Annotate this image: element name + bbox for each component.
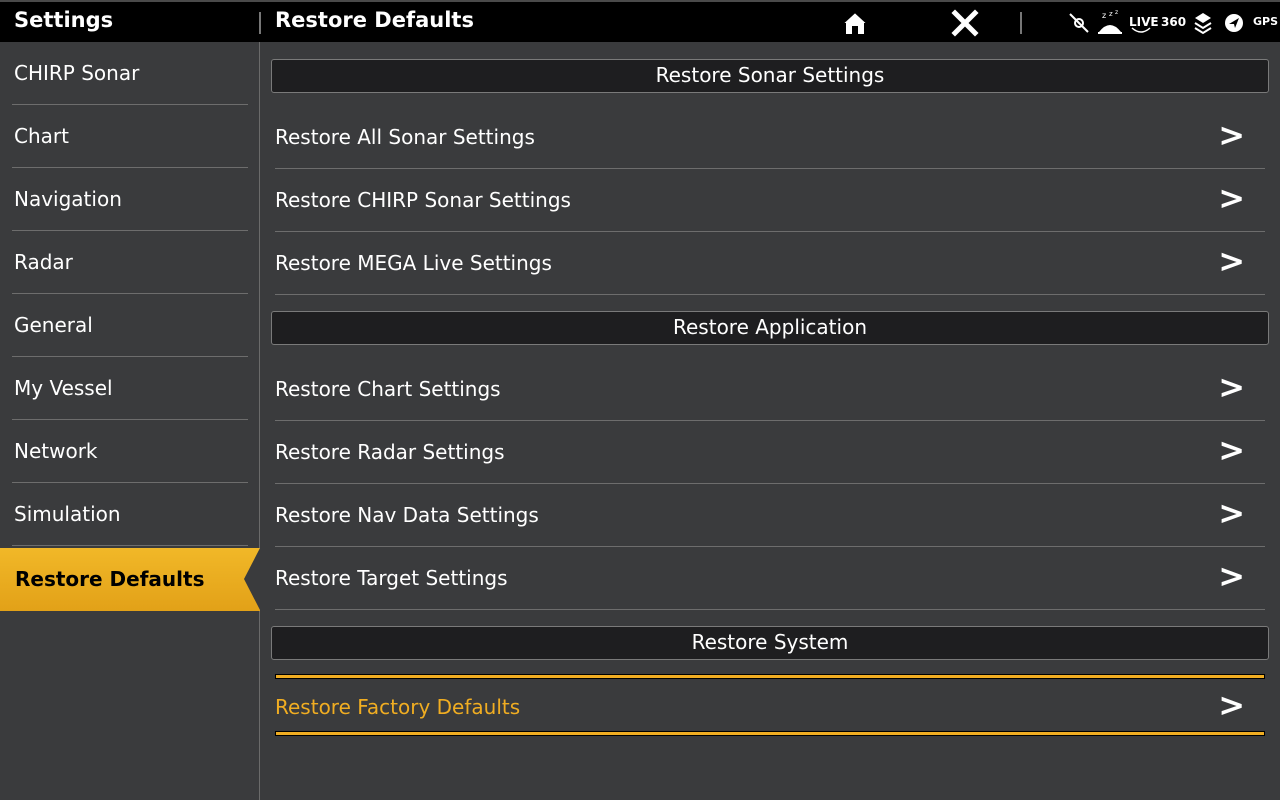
chevron-right-icon: > — [1218, 242, 1245, 280]
list-item-label: Restore Nav Data Settings — [275, 503, 539, 527]
chevron-right-icon: > — [1218, 494, 1245, 532]
sidebar-item-simulation[interactable]: Simulation — [12, 483, 248, 546]
restore-chart-settings-item[interactable]: Restore Chart Settings > — [275, 358, 1265, 421]
close-icon — [951, 9, 979, 37]
navigation-icon — [1225, 14, 1243, 32]
sidebar-item-label: CHIRP Sonar — [14, 61, 140, 85]
section-header-sonar: Restore Sonar Settings — [271, 59, 1269, 93]
sidebar-item-network[interactable]: Network — [12, 420, 248, 483]
svg-text:z: z — [1109, 10, 1113, 18]
page-title: Restore Defaults — [275, 8, 474, 32]
section-header-system: Restore System — [271, 626, 1269, 660]
list-item-label: Restore Target Settings — [275, 566, 508, 590]
sidebar-item-label: Restore Defaults — [15, 567, 205, 591]
app-title: Settings — [14, 8, 114, 32]
divider — [1020, 12, 1022, 34]
chevron-right-icon: > — [1218, 116, 1245, 154]
list-item-label: Restore MEGA Live Settings — [275, 251, 552, 275]
restore-radar-settings-item[interactable]: Restore Radar Settings > — [275, 421, 1265, 484]
close-button[interactable] — [950, 8, 980, 38]
sidebar-item-chirp-sonar[interactable]: CHIRP Sonar — [12, 42, 248, 105]
sidebar-item-label: Navigation — [14, 187, 122, 211]
sidebar-item-general[interactable]: General — [12, 294, 248, 357]
sidebar-item-label: General — [14, 313, 93, 337]
svg-text:z: z — [1102, 11, 1106, 20]
chevron-right-icon: > — [1218, 431, 1245, 469]
settings-sidebar: CHIRP Sonar Chart Navigation Radar Gener… — [0, 42, 260, 800]
top-bar: Settings Restore Defaults z z z LIVE 360 — [0, 0, 1280, 42]
sidebar-item-chart[interactable]: Chart — [12, 105, 248, 168]
live-signal-icon — [1131, 27, 1151, 33]
restore-chirp-sonar-settings-item[interactable]: Restore CHIRP Sonar Settings > — [275, 169, 1265, 232]
chevron-right-icon: > — [1218, 686, 1245, 724]
selection-highlight — [275, 731, 1265, 736]
list-item-label: Restore Chart Settings — [275, 377, 501, 401]
restore-target-settings-item[interactable]: Restore Target Settings > — [275, 547, 1265, 610]
list-item-label: Restore CHIRP Sonar Settings — [275, 188, 571, 212]
sidebar-item-label: Chart — [14, 124, 69, 148]
list-item-label: Restore Radar Settings — [275, 440, 505, 464]
section-header-application: Restore Application — [271, 311, 1269, 345]
sidebar-item-label: My Vessel — [14, 376, 113, 400]
chevron-right-icon: > — [1218, 179, 1245, 217]
sidebar-item-navigation[interactable]: Navigation — [12, 168, 248, 231]
restore-factory-defaults-item[interactable]: Restore Factory Defaults > — [275, 674, 1265, 739]
svg-text:z: z — [1115, 10, 1118, 16]
three-sixty-status-label: 360 — [1161, 15, 1187, 29]
active-indicator-notch — [244, 548, 260, 610]
selection-highlight — [275, 674, 1265, 679]
home-button[interactable] — [840, 8, 870, 38]
list-item-label: Restore All Sonar Settings — [275, 125, 535, 149]
restore-defaults-panel: Restore Sonar Settings Restore All Sonar… — [261, 42, 1280, 800]
sidebar-item-restore-defaults[interactable]: Restore Defaults — [0, 548, 260, 611]
restore-mega-live-settings-item[interactable]: Restore MEGA Live Settings > — [275, 232, 1265, 295]
sidebar-item-label: Simulation — [14, 502, 121, 526]
sonar-status-icon — [1069, 13, 1089, 33]
sidebar-item-label: Network — [14, 439, 98, 463]
home-icon — [842, 10, 868, 34]
gps-status-label: GPS — [1253, 15, 1279, 28]
divider — [259, 12, 261, 34]
sleep-mode-icon: z z z — [1098, 10, 1122, 34]
restore-nav-data-settings-item[interactable]: Restore Nav Data Settings > — [275, 484, 1265, 547]
sidebar-item-my-vessel[interactable]: My Vessel — [12, 357, 248, 420]
list-item-label: Restore Factory Defaults — [275, 695, 521, 719]
chevron-right-icon: > — [1218, 368, 1245, 406]
chevron-right-icon: > — [1218, 557, 1245, 595]
sidebar-item-radar[interactable]: Radar — [12, 231, 248, 294]
restore-all-sonar-settings-item[interactable]: Restore All Sonar Settings > — [275, 106, 1265, 169]
layers-icon — [1194, 13, 1212, 35]
sidebar-item-label: Radar — [14, 250, 73, 274]
